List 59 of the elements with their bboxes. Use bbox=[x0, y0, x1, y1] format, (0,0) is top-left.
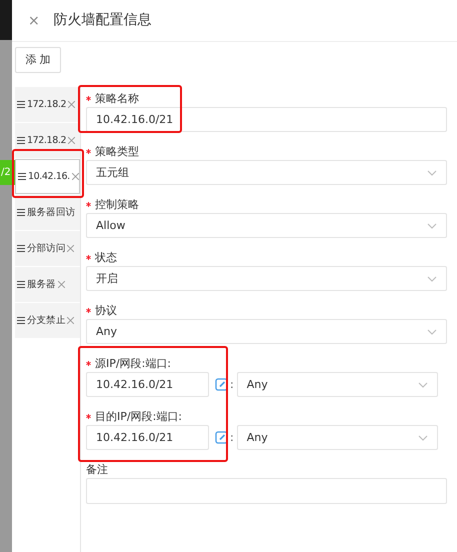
dialog-title: 防火墙配置信息 bbox=[54, 11, 152, 30]
chevron-down-icon bbox=[427, 276, 437, 282]
input-field[interactable]: 10.42.16.0/21 bbox=[86, 107, 447, 132]
select-field[interactable]: Any bbox=[236, 372, 438, 398]
field-label: 源IP/网段:端口: bbox=[95, 358, 171, 369]
separator: : bbox=[230, 430, 234, 446]
rule-item[interactable]: 服务器 bbox=[15, 267, 80, 302]
rule-item[interactable]: 10.42.16. bbox=[15, 159, 80, 194]
drag-handle-icon[interactable] bbox=[18, 173, 26, 180]
rule-item[interactable]: 172.18.2 bbox=[15, 87, 80, 122]
drag-handle-icon[interactable] bbox=[17, 209, 25, 216]
select-field[interactable]: 开启 bbox=[86, 266, 447, 292]
close-icon[interactable] bbox=[68, 101, 76, 108]
input-field[interactable]: 10.42.16.0/21 bbox=[86, 425, 209, 450]
rule-item[interactable]: 分部访问 bbox=[15, 231, 80, 266]
close-icon[interactable] bbox=[68, 137, 76, 144]
field-label: 策略名称 bbox=[95, 92, 139, 104]
add-button[interactable]: 添 加 bbox=[15, 47, 61, 74]
close-icon[interactable] bbox=[67, 317, 74, 324]
chevron-down-icon bbox=[427, 222, 437, 229]
field-label: 策略类型 bbox=[95, 146, 139, 157]
rule-item[interactable]: 172.18.2 bbox=[15, 123, 80, 158]
rule-label: 分支禁止 bbox=[27, 314, 66, 328]
edit-icon[interactable] bbox=[215, 431, 228, 444]
rule-item[interactable]: 分支禁止 bbox=[15, 303, 80, 338]
drag-handle-icon[interactable] bbox=[17, 317, 25, 324]
rule-label: 10.42.16. bbox=[28, 170, 70, 184]
separator: : bbox=[230, 376, 234, 392]
rule-label: 服务器回访 bbox=[27, 206, 76, 220]
input-field[interactable]: 10.42.16.0/21 bbox=[86, 372, 209, 398]
close-button[interactable]: × bbox=[28, 14, 40, 28]
drag-handle-icon[interactable] bbox=[17, 245, 25, 252]
edit-icon[interactable] bbox=[215, 378, 228, 392]
rule-item[interactable]: 服务器回访 bbox=[15, 195, 80, 230]
rule-label: 服务器 bbox=[27, 278, 56, 292]
field-label: 目的IP/网段:端口: bbox=[95, 410, 182, 422]
drag-handle-icon[interactable] bbox=[17, 101, 25, 108]
close-icon[interactable] bbox=[67, 245, 74, 252]
drag-handle-icon[interactable] bbox=[17, 281, 25, 288]
field-label: 控制策略 bbox=[95, 198, 139, 210]
close-icon[interactable] bbox=[58, 281, 65, 288]
field-label: 备注 bbox=[86, 464, 108, 475]
rule-label: 172.18.2 bbox=[27, 98, 66, 112]
chevron-down-icon bbox=[427, 170, 437, 176]
field-label: 协议 bbox=[95, 304, 117, 316]
chevron-down-icon bbox=[427, 328, 437, 335]
highlight-frame bbox=[12, 149, 84, 198]
chevron-down-icon bbox=[418, 434, 428, 441]
select-field[interactable]: Any bbox=[86, 319, 447, 344]
drag-handle-icon[interactable] bbox=[17, 137, 25, 144]
select-field[interactable]: Allow bbox=[86, 213, 447, 238]
chevron-down-icon bbox=[418, 382, 428, 388]
rule-label: 分部访问 bbox=[27, 242, 66, 256]
textarea-field[interactable] bbox=[86, 478, 447, 504]
select-field[interactable]: Any bbox=[236, 425, 438, 450]
rule-label: 172.18.2 bbox=[27, 134, 66, 148]
close-icon[interactable] bbox=[72, 173, 79, 180]
select-field[interactable]: 五元组 bbox=[86, 160, 447, 186]
field-label: 状态 bbox=[95, 252, 117, 263]
